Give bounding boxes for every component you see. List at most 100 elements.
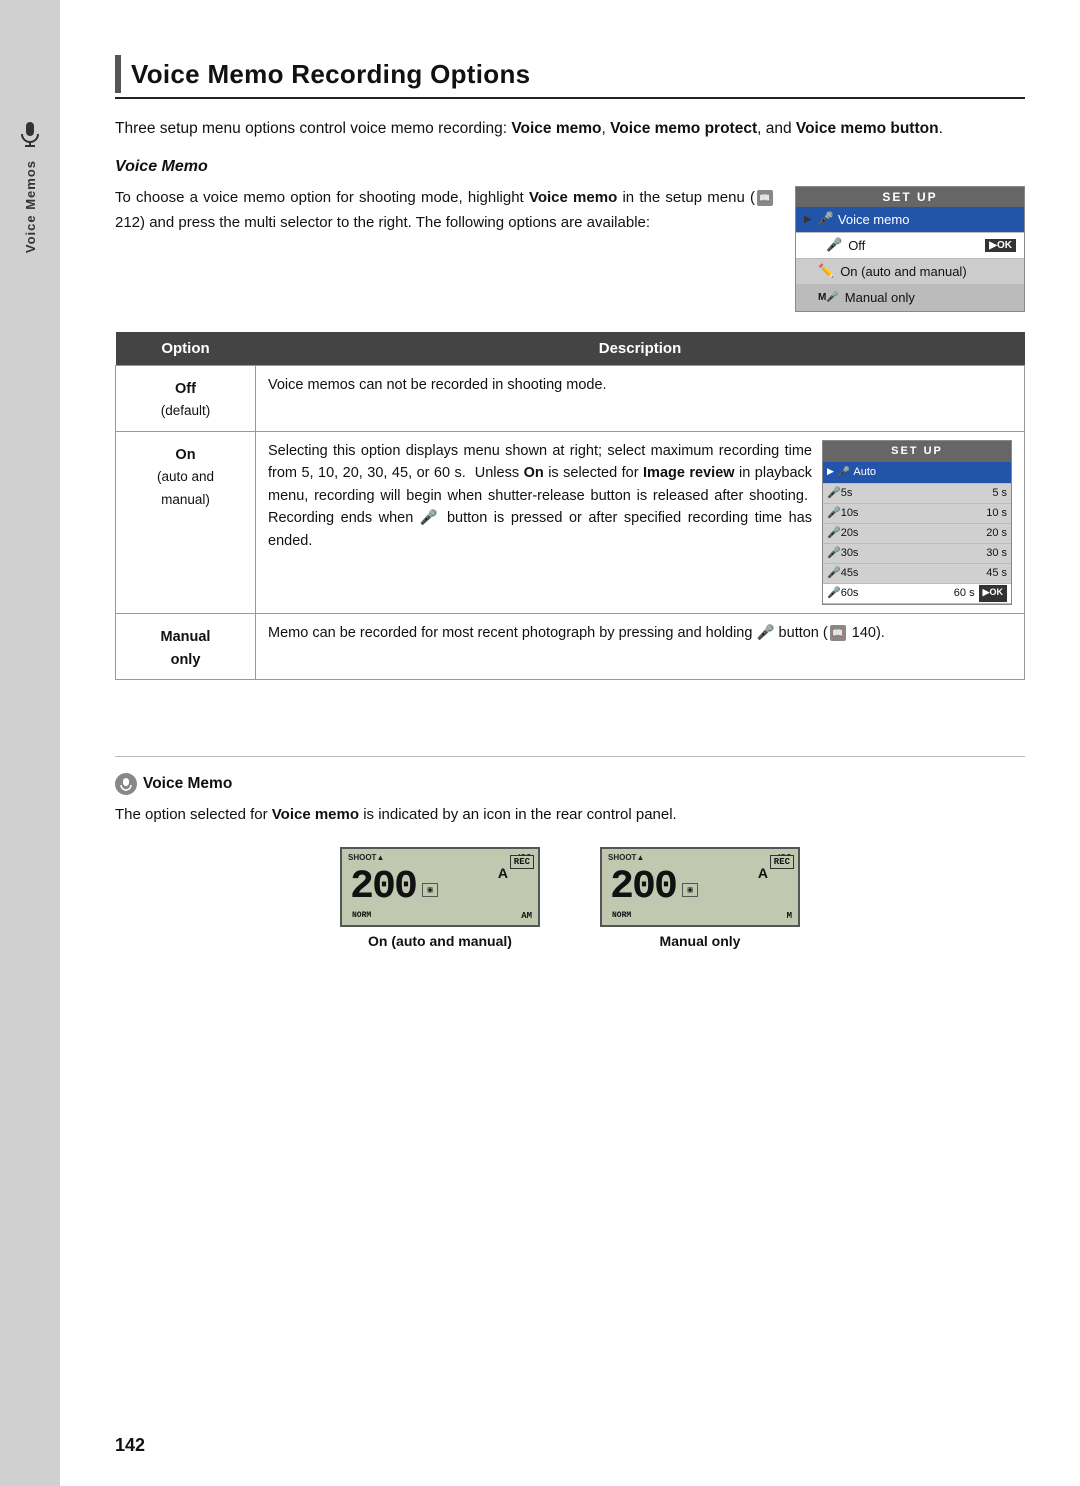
cs-arrow-icon: ▶	[804, 214, 812, 225]
note-text: The option selected for Voice memo is in…	[115, 803, 1025, 827]
cs2-30s-row: 🎤30s 30 s	[823, 544, 1011, 564]
lcd-rec-box-manual: REC	[770, 855, 794, 869]
col-desc-header: Description	[256, 332, 1025, 366]
page-ref-icon-manual: 📖	[828, 625, 848, 641]
lcd-shoot-label-auto: SHOOT▲	[348, 853, 384, 862]
on-bold-inline: On	[524, 465, 544, 481]
intro-bold3: Voice memo button	[796, 120, 939, 137]
off-label: Off	[848, 238, 865, 253]
page-number: 142	[60, 1435, 145, 1456]
body-bold: Voice memo	[529, 189, 617, 206]
image-review-bold: Image review	[643, 465, 735, 481]
voice-memo-body: To choose a voice memo option for shooti…	[115, 186, 775, 312]
col-option-header: Option	[116, 332, 256, 366]
mic-inline-icon: 🎤	[420, 510, 441, 526]
intro-end: .	[939, 120, 943, 137]
cs2-mic-20s: 🎤20s	[827, 525, 858, 542]
intro-mid2: , and	[757, 120, 796, 137]
on-desc-with-img: Selecting this option displays menu show…	[268, 440, 1012, 605]
lcd-card-icon-manual: ▣	[682, 883, 698, 897]
cs2-45s-val: 45 s	[986, 565, 1007, 582]
cs2-arrow: ▶	[827, 465, 834, 479]
opt-off-label: Off (default)	[116, 365, 256, 431]
cs2-mic-30s: 🎤30s	[827, 545, 858, 562]
intro-text-start: Three setup menu options control voice m…	[115, 120, 511, 137]
lcd-am-label: AM	[521, 911, 532, 921]
table-row-manual: Manualonly Memo can be recorded for most…	[116, 614, 1025, 680]
note-heading-label: Voice Memo	[143, 775, 232, 793]
lcd-rec-box-auto: REC	[510, 855, 534, 869]
lcd-norm-auto: NORM	[352, 911, 371, 920]
divider	[115, 756, 1025, 757]
manual-description: Memo can be recorded for most recent pho…	[256, 614, 1025, 680]
title-accent	[115, 55, 121, 93]
setup-menu-1-title-row: ▶ 🎤 Voice memo	[796, 207, 1024, 233]
manual-ref-icon: 📖	[830, 625, 846, 641]
sidebar: Voice Memos	[0, 0, 60, 1486]
manual-bold: Manualonly	[161, 629, 211, 667]
cs2-mic-icon: 🎤	[838, 465, 850, 481]
mic-icon-manual: 🎤	[756, 625, 774, 641]
note-body-after: is indicated by an icon in the rear cont…	[359, 806, 677, 823]
lcd-panel-auto: SHOOT▲ ISO 200 NORM A REC AM ▣ On (auto …	[340, 847, 540, 949]
cs2-5s-row: 🎤5s 5 s	[823, 484, 1011, 504]
options-table: Option Description Off (default) Voice m…	[115, 332, 1025, 680]
setup-menu-2-selected: Auto	[853, 464, 876, 481]
setup-menu-2: SET UP ▶ 🎤 Auto 🎤5s 5 s 🎤	[822, 440, 1012, 605]
off-description: Voice memos can not be recorded in shoot…	[256, 365, 1025, 431]
intro-mid: ,	[601, 120, 610, 137]
main-content: Voice Memo Recording Options Three setup…	[60, 0, 1080, 1486]
cs2-10s-row: 🎤10s 10 s	[823, 504, 1011, 524]
lcd-number-manual: 200	[610, 865, 676, 910]
body-after-bold: in the setup menu (	[617, 189, 755, 206]
cs2-ok-badge: ▶OK	[979, 585, 1007, 602]
cs2-60s-val: 60 s	[954, 585, 975, 602]
lcd-manual-label: Manual only	[660, 933, 741, 949]
lcd-a-manual: A	[758, 865, 768, 881]
pencil-icon: ✏️	[818, 263, 834, 279]
table-header-row: Option Description	[116, 332, 1025, 366]
table-row-on: On (auto andmanual) Selecting this optio…	[116, 431, 1025, 613]
setup-menu-2-title-row: ▶ 🎤 Auto	[823, 462, 1011, 484]
note-body-before: The option selected for	[115, 806, 272, 823]
cs2-30s-val: 30 s	[986, 545, 1007, 562]
setup-menu-1-row-manual: M🎤 Manual only	[796, 285, 1024, 311]
lcd-panels: SHOOT▲ ISO 200 NORM A REC AM ▣ On (auto …	[115, 847, 1025, 949]
setup-menu-1-row-auto: ✏️ On (auto and manual)	[796, 259, 1024, 285]
lcd-display-auto: SHOOT▲ ISO 200 NORM A REC AM ▣	[340, 847, 540, 927]
opt-manual-label: Manualonly	[116, 614, 256, 680]
title-bar: Voice Memo Recording Options	[115, 55, 1025, 99]
setup-menu-1-header: SET UP	[796, 187, 1024, 207]
on-desc-text: Selecting this option displays menu show…	[268, 440, 812, 605]
sidebar-mic-icon	[16, 120, 44, 152]
table-row-off: Off (default) Voice memos can not be rec…	[116, 365, 1025, 431]
voice-memo-intro-section: To choose a voice memo option for shooti…	[115, 186, 1025, 312]
lcd-m-label: M	[787, 911, 792, 921]
on-bold: On	[175, 447, 195, 463]
lcd-card-icon-auto: ▣	[422, 883, 438, 897]
manual-label: Manual only	[845, 290, 915, 305]
intro-bold2: Voice memo protect	[610, 120, 757, 137]
lcd-norm-manual: NORM	[612, 911, 631, 920]
off-sub: (default)	[161, 403, 211, 418]
note-section: Voice Memo The option selected for Voice…	[115, 720, 1025, 949]
page-ref: 212	[115, 214, 140, 231]
page-title: Voice Memo Recording Options	[131, 59, 530, 90]
cs-mic-icon: 🎤	[818, 211, 834, 227]
note-icon	[115, 773, 137, 795]
sidebar-label: Voice Memos	[23, 160, 38, 253]
lcd-rec-label-auto: REC	[510, 855, 534, 869]
on-sub: (auto andmanual)	[157, 469, 214, 506]
setup-menu-1: SET UP ▶ 🎤 Voice memo 🎤 Off ▶OK ✏️ On (a…	[795, 186, 1025, 312]
lcd-top-row-auto: SHOOT▲ ISO	[348, 853, 532, 862]
lcd-display-manual: SHOOT▲ ISO 200 NORM A REC M ▣	[600, 847, 800, 927]
page-ref-icon-symbol: 📖	[757, 190, 773, 206]
manual-icon: M🎤	[818, 292, 839, 303]
ok-badge: ▶OK	[985, 239, 1016, 252]
opt-on-label: On (auto andmanual)	[116, 431, 256, 613]
auto-label: On (auto and manual)	[840, 264, 966, 279]
lcd-auto-label: On (auto and manual)	[368, 933, 512, 949]
cs2-mic-60s: 🎤60s	[827, 585, 858, 602]
page-ref-icon: 📖	[755, 189, 775, 206]
body-end: ) and press the multi selector to the ri…	[140, 214, 650, 231]
